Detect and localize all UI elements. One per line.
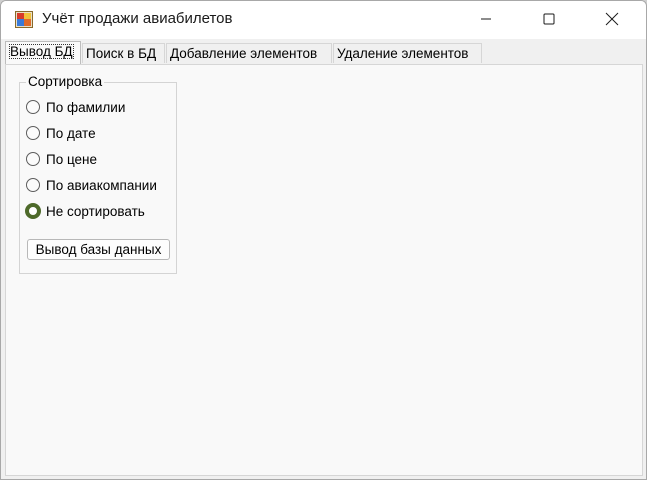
tab-search-db[interactable]: Поиск в БД (82, 43, 165, 63)
close-icon (605, 12, 619, 26)
tab-output-db[interactable]: Вывод БД (5, 41, 81, 64)
radio-sort-by-airline[interactable]: По авиакомпании (26, 176, 157, 194)
radio-sort-by-price[interactable]: По цене (26, 150, 97, 168)
radio-label: По дате (46, 125, 96, 141)
radio-sort-by-surname[interactable]: По фамилии (26, 98, 125, 116)
title-bar[interactable]: Учёт продажи авиабилетов (1, 1, 646, 39)
groupbox-title: Сортировка (26, 74, 105, 89)
close-button[interactable] (589, 1, 635, 37)
tab-strip: Вывод БД Поиск в БД Добавление элементов… (5, 41, 642, 64)
radio-label: По фамилии (46, 99, 126, 115)
radio-button-checked-icon[interactable] (25, 203, 41, 219)
radio-button-icon[interactable] (26, 152, 40, 166)
tab-label: Добавление элементов (170, 46, 318, 61)
radio-button-icon[interactable] (26, 126, 40, 140)
app-window: Учёт продажи авиабилетов Вывод БД Поиск … (0, 0, 647, 480)
radio-label: По авиакомпании (46, 177, 157, 193)
output-database-button[interactable]: Вывод базы данных (27, 239, 170, 260)
minimize-icon (481, 18, 491, 20)
tab-delete-elements[interactable]: Удаление элементов (333, 43, 482, 63)
tab-label: Удаление элементов (337, 46, 469, 61)
radio-button-icon[interactable] (26, 100, 40, 114)
tab-label: Вывод БД (9, 44, 74, 59)
radio-sort-by-date[interactable]: По дате (26, 124, 96, 142)
tab-label: Поиск в БД (86, 46, 157, 61)
tab-add-elements[interactable]: Добавление элементов (166, 43, 332, 63)
app-icon (15, 11, 33, 28)
maximize-button[interactable] (526, 1, 572, 37)
maximize-icon (543, 13, 555, 25)
sort-groupbox: Сортировка По фамилии По дате По цене По… (19, 74, 177, 274)
tab-page-output-db: Сортировка По фамилии По дате По цене По… (5, 64, 643, 476)
radio-button-icon[interactable] (26, 178, 40, 192)
radio-no-sort[interactable]: Не сортировать (25, 202, 145, 220)
radio-label: По цене (46, 151, 98, 167)
radio-label: Не сортировать (46, 203, 145, 219)
minimize-button[interactable] (463, 1, 509, 37)
window-title: Учёт продажи авиабилетов (42, 10, 233, 27)
